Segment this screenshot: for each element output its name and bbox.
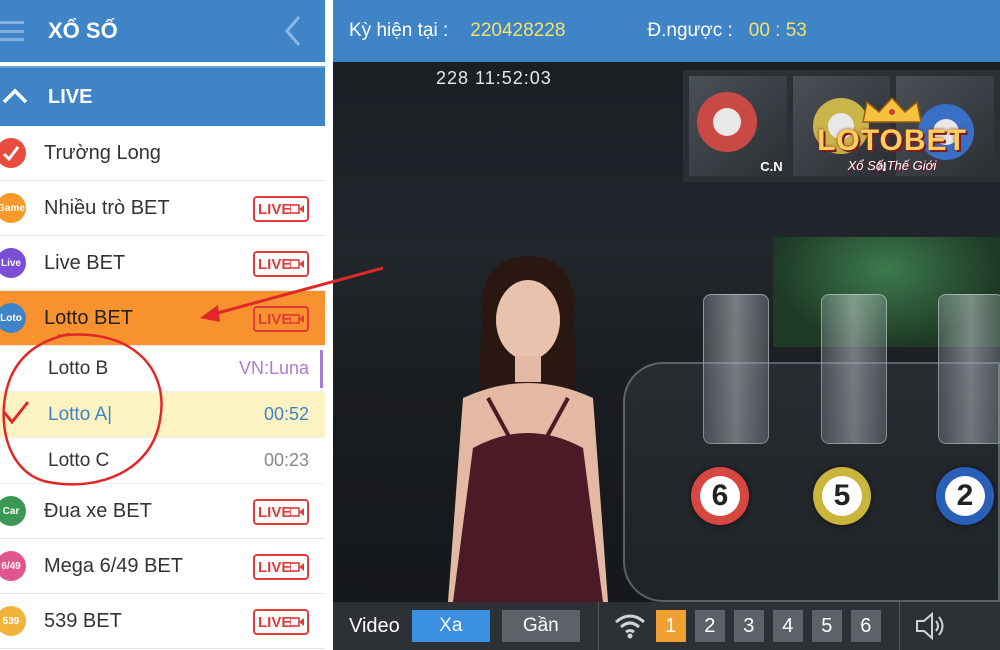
- menu-icon[interactable]: [0, 19, 26, 43]
- sidebar-item-nhieu-tro-bet[interactable]: Game Nhiều trò BET LIVE: [0, 181, 325, 236]
- sidebar: XỔ SỐ LIVE Trường Long Game Nhiều trò BE…: [0, 0, 325, 650]
- sub-item-lotto-a[interactable]: Lotto A| 00:52: [0, 392, 325, 438]
- ball-number: 6: [700, 476, 740, 516]
- mega-649-icon: 6/49: [0, 551, 26, 581]
- sub-item-lotto-c[interactable]: Lotto C 00:23: [0, 438, 325, 484]
- countdown-label: Đ.ngược :: [647, 20, 733, 41]
- sidebar-item-dua-xe-bet[interactable]: Car Đua xe BET LIVE: [0, 484, 325, 539]
- sidebar-title: XỔ SỐ: [48, 18, 118, 43]
- live-icon: Live: [0, 248, 26, 278]
- wifi-icon[interactable]: [613, 612, 647, 640]
- check-arrow-icon: [0, 138, 26, 168]
- sidebar-item-label: Trường Long: [44, 141, 161, 164]
- live-badge: LIVE: [253, 306, 309, 332]
- ball-number: 5: [822, 476, 862, 516]
- live-badge: LIVE: [253, 251, 309, 277]
- current-period-value: 220428228: [470, 20, 566, 41]
- countdown-value: 00 : 53: [748, 20, 807, 41]
- sidebar-item-live-bet[interactable]: Live Live BET LIVE: [0, 236, 325, 291]
- camera-5-button[interactable]: 5: [811, 610, 842, 642]
- live-badge: LIVE: [253, 196, 309, 222]
- live-section-header[interactable]: LIVE: [0, 66, 325, 126]
- camera-icon: [290, 507, 304, 517]
- live-video-panel: Kỳ hiện tại : 220428228 Đ.ngược : 00 : 5…: [333, 0, 1000, 650]
- sidebar-item-label: 539 BET: [44, 609, 122, 632]
- lotobet-logo: LOTOBET Xổ Số Thế Giới: [812, 96, 972, 186]
- camera-4-button[interactable]: 4: [772, 610, 803, 642]
- camera-2-button[interactable]: 2: [694, 610, 725, 642]
- camera-3-button[interactable]: 3: [733, 610, 764, 642]
- video-label: Video: [349, 614, 400, 637]
- ball-image: [697, 92, 757, 152]
- logo-name: LOTOBET: [817, 124, 967, 157]
- sub-item-countdown: 00:23: [263, 450, 309, 470]
- result-ball: 5: [813, 467, 871, 525]
- draw-info-bar: Kỳ hiện tại : 220428228 Đ.ngược : 00 : 5…: [333, 0, 1000, 62]
- divider: [597, 602, 599, 650]
- camera-icon: [290, 259, 304, 269]
- sidebar-item-mega-649-bet[interactable]: 6/49 Mega 6/49 BET LIVE: [0, 539, 325, 594]
- sub-item-label: Lotto A|: [48, 403, 113, 425]
- car-icon: Car: [0, 496, 26, 526]
- camera-1-button[interactable]: 1: [655, 610, 686, 642]
- game-icon: Game: [0, 193, 26, 223]
- chevron-up-icon: [2, 88, 28, 104]
- camera-icon: [290, 617, 304, 627]
- live-badge-text: LIVE: [258, 613, 292, 631]
- result-ball: 2: [936, 467, 994, 525]
- result-ball: 6: [691, 467, 749, 525]
- logo-tagline: Xổ Số Thế Giới: [847, 158, 937, 173]
- live-badge-text: LIVE: [258, 558, 292, 576]
- live-badge: LIVE: [253, 499, 309, 525]
- sub-item-countdown: 00:52: [263, 404, 309, 424]
- 539-icon: 539: [0, 606, 26, 636]
- presenter-figure: [448, 256, 608, 602]
- camera-icon: [290, 562, 304, 572]
- camera-icon: [290, 204, 304, 214]
- thumbnail-cn: C.N: [689, 76, 787, 176]
- chevron-left-icon[interactable]: [283, 14, 303, 48]
- sidebar-item-label: Nhiều trò BET: [44, 196, 170, 219]
- far-view-button[interactable]: Xa: [411, 610, 490, 642]
- sub-item-value: VN:Luna: [238, 358, 309, 378]
- sidebar-item-label: Đua xe BET: [44, 499, 152, 522]
- sub-item-label: Lotto C: [48, 449, 110, 471]
- live-badge-text: LIVE: [258, 255, 292, 273]
- sub-item-lotto-b[interactable]: Lotto B VN:Luna: [0, 346, 325, 392]
- near-view-button[interactable]: Gần: [501, 610, 580, 642]
- sidebar-item-label: Mega 6/49 BET: [44, 554, 183, 577]
- live-badge-text: LIVE: [258, 200, 292, 218]
- video-timestamp: 228 11:52:03: [436, 68, 552, 88]
- live-badge-text: LIVE: [258, 310, 292, 328]
- video-controls: Video Xa Gần 1 2 3 4 5 6: [333, 602, 1000, 650]
- camera-icon: [290, 314, 304, 324]
- loto-icon: Loto: [0, 303, 26, 333]
- sub-item-label: Lotto B: [48, 357, 109, 379]
- camera-6-button[interactable]: 6: [850, 610, 881, 642]
- divider: [898, 602, 900, 650]
- live-label: LIVE: [48, 85, 93, 108]
- sidebar-item-lotto-bet[interactable]: Loto Lotto BET LIVE: [0, 291, 325, 346]
- video-stream[interactable]: 228 11:52:03 C.N N LOTOBET Xổ Số Thế Giớ…: [333, 62, 1000, 602]
- sidebar-item-truong-long[interactable]: Trường Long: [0, 126, 325, 181]
- sidebar-item-label: Lotto BET: [44, 306, 133, 329]
- volume-icon[interactable]: [914, 611, 948, 641]
- crown-icon: [862, 96, 922, 123]
- sidebar-item-539-bet[interactable]: 539 539 BET LIVE: [0, 594, 325, 649]
- live-badge: LIVE: [253, 554, 309, 580]
- live-badge: LIVE: [253, 609, 309, 635]
- ball-number: 2: [945, 476, 985, 516]
- live-badge-text: LIVE: [258, 503, 292, 521]
- sidebar-item-label: Live BET: [44, 251, 126, 274]
- sidebar-header: XỔ SỐ: [0, 0, 325, 62]
- thumbnail-caption: C.N: [760, 159, 783, 174]
- current-period-label: Kỳ hiện tại :: [349, 20, 449, 41]
